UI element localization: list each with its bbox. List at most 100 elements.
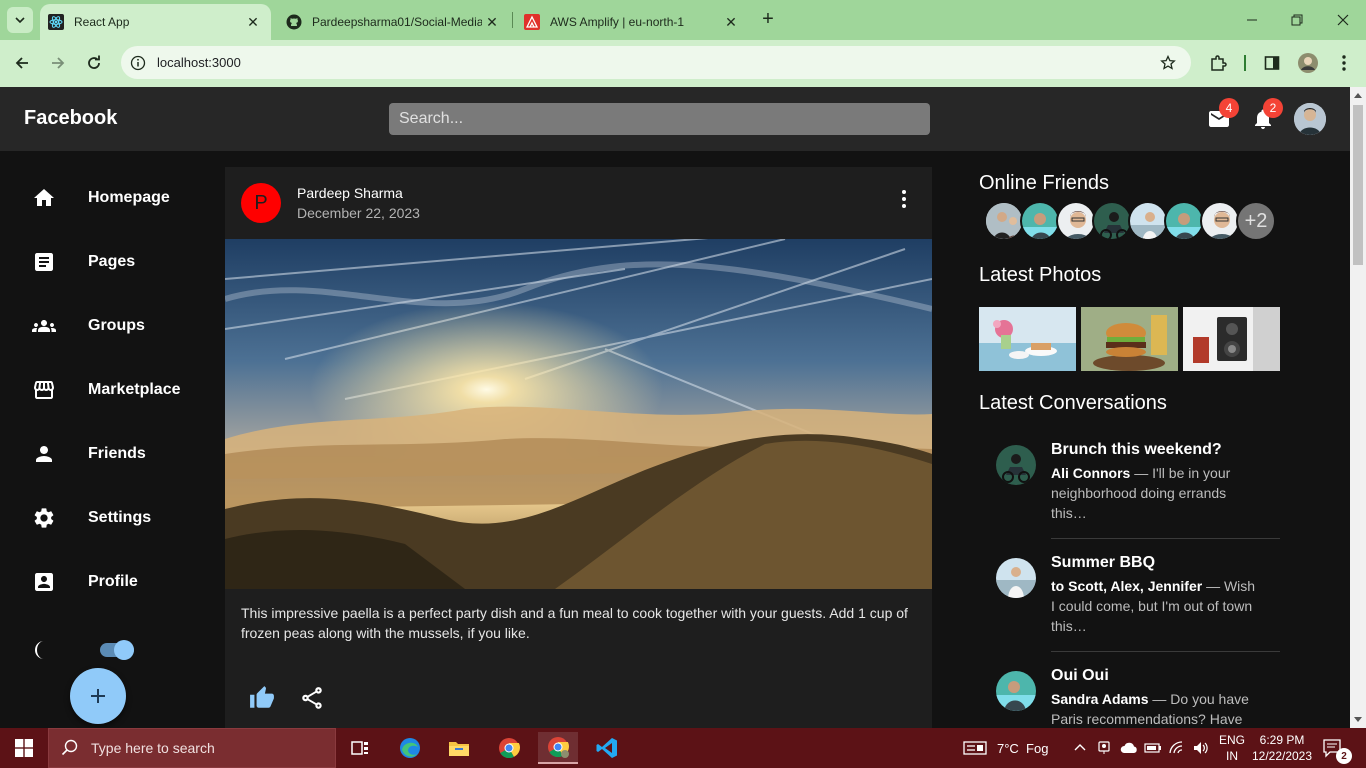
- chevron-up-icon[interactable]: [1072, 740, 1088, 756]
- sidebar-item-label: Friends: [88, 445, 146, 462]
- search-icon: [61, 739, 78, 756]
- sidebar-item-marketplace[interactable]: Marketplace: [0, 362, 210, 418]
- conversation-avatar: [996, 558, 1036, 598]
- taskbar-vscode[interactable]: [587, 732, 627, 764]
- sidebar-item-friends[interactable]: Friends: [0, 426, 210, 482]
- add-post-button[interactable]: [70, 668, 126, 724]
- latest-photo[interactable]: [979, 307, 1076, 371]
- online-friend-avatar[interactable]: [984, 201, 1024, 241]
- profile-button[interactable]: [1295, 50, 1321, 76]
- groups-icon: [32, 320, 56, 332]
- right-panel: Online Friends +2 Latest Photos Latest C…: [932, 151, 1350, 728]
- notifications-button[interactable]: 2: [1251, 98, 1283, 131]
- back-button[interactable]: [9, 50, 35, 76]
- more-online-friends[interactable]: +2: [1236, 201, 1276, 241]
- close-icon[interactable]: ✕: [721, 12, 741, 32]
- post-card: P Pardeep Sharma December 22, 2023 This …: [225, 167, 932, 728]
- conversation-item[interactable]: Brunch this weekend? Ali Connors — I'll …: [979, 437, 1280, 541]
- scrollbar-thumb[interactable]: [1353, 105, 1363, 265]
- account-box-icon: [35, 573, 53, 591]
- sidebar-item-groups[interactable]: Groups: [0, 298, 210, 354]
- github-icon: [286, 14, 302, 30]
- language-indicator[interactable]: ENG IN: [1219, 728, 1245, 768]
- notification-center-button[interactable]: 2: [1322, 728, 1352, 768]
- reload-button[interactable]: [81, 50, 107, 76]
- sidebar-item-profile[interactable]: Profile: [0, 554, 210, 610]
- language-region: IN: [1226, 749, 1238, 763]
- thumb-up-icon[interactable]: [249, 685, 275, 711]
- taskbar-chrome[interactable]: [489, 732, 529, 764]
- storefront-icon: [34, 381, 54, 399]
- taskbar-file-explorer[interactable]: [439, 732, 479, 764]
- battery-icon[interactable]: [1144, 740, 1162, 756]
- taskbar-edge[interactable]: [390, 732, 430, 764]
- close-window-button[interactable]: [1331, 8, 1355, 32]
- post-author-avatar[interactable]: P: [241, 183, 281, 223]
- language-code: ENG: [1219, 733, 1246, 747]
- chrome-icon: [499, 738, 520, 759]
- tab-github[interactable]: Pardeepsharma01/Social-Media ✕: [278, 4, 510, 40]
- latest-photo[interactable]: [1183, 307, 1280, 371]
- onedrive-cloud-icon[interactable]: [1120, 740, 1138, 756]
- meet-now-icon[interactable]: [1096, 740, 1112, 756]
- page-scrollbar[interactable]: [1350, 87, 1366, 728]
- search-input[interactable]: [389, 103, 930, 135]
- online-friend-avatar[interactable]: [1200, 201, 1240, 241]
- share-icon[interactable]: [299, 685, 325, 711]
- sidebar-item-homepage[interactable]: Homepage: [0, 170, 210, 226]
- task-view-button[interactable]: [340, 732, 380, 764]
- restore-button[interactable]: [1285, 8, 1309, 32]
- close-icon[interactable]: ✕: [243, 12, 263, 32]
- scroll-up-arrow-icon[interactable]: [1354, 93, 1362, 98]
- user-avatar[interactable]: [1294, 103, 1326, 135]
- online-friend-avatar[interactable]: [1092, 201, 1132, 241]
- site-info-icon[interactable]: [127, 52, 149, 74]
- scroll-down-arrow-icon[interactable]: [1354, 717, 1362, 722]
- chevron-down-icon: [15, 17, 25, 24]
- weather-icon: [963, 741, 987, 755]
- minimize-icon: [1247, 19, 1257, 21]
- latest-photo[interactable]: [1081, 307, 1178, 371]
- conversation-item[interactable]: Oui Oui Sandra Adams — Do you have Paris…: [979, 663, 1280, 728]
- sidebar-item-pages[interactable]: Pages: [0, 234, 210, 290]
- sidebar-item-label: Marketplace: [88, 381, 181, 398]
- restore-icon: [1291, 14, 1303, 26]
- forward-button[interactable]: [45, 50, 71, 76]
- extensions-button[interactable]: [1205, 50, 1231, 76]
- more-vertical-icon[interactable]: [892, 187, 916, 211]
- side-panel-button[interactable]: [1259, 50, 1285, 76]
- close-icon[interactable]: ✕: [482, 12, 502, 32]
- new-tab-button[interactable]: +: [758, 9, 778, 30]
- volume-icon[interactable]: [1192, 740, 1210, 756]
- arrow-left-icon: [15, 57, 28, 69]
- sidebar-item-settings[interactable]: Settings: [0, 490, 210, 546]
- wifi-icon[interactable]: [1168, 740, 1186, 756]
- minimize-button[interactable]: [1240, 8, 1264, 32]
- post-author-name: Pardeep Sharma: [297, 185, 403, 201]
- tab-react-app[interactable]: React App ✕: [40, 4, 271, 40]
- app-logo[interactable]: Facebook: [24, 107, 117, 130]
- friend-photo: [1166, 203, 1202, 239]
- task-view-icon: [351, 741, 368, 755]
- dark-mode-toggle[interactable]: [100, 640, 134, 660]
- tab-search-button[interactable]: [7, 7, 33, 33]
- weather-widget[interactable]: 7°C Fog: [963, 728, 1048, 768]
- bookmark-star-icon[interactable]: [1157, 52, 1179, 74]
- sidebar-item-label: Settings: [88, 509, 152, 526]
- tab-aws-amplify[interactable]: AWS Amplify | eu-north-1 ✕: [516, 4, 749, 40]
- online-friend-avatar[interactable]: [1020, 201, 1060, 241]
- friend-photo: [1130, 203, 1166, 239]
- start-button[interactable]: [0, 728, 48, 768]
- mail-button[interactable]: 4: [1207, 98, 1239, 131]
- online-friend-avatar[interactable]: [1128, 201, 1168, 241]
- online-friend-avatar[interactable]: [1164, 201, 1204, 241]
- conversation-item[interactable]: Summer BBQ to Scott, Alex, Jennifer — Wi…: [979, 550, 1280, 654]
- clock-time: 6:29 PM: [1259, 733, 1305, 747]
- address-bar[interactable]: localhost:3000: [121, 46, 1191, 79]
- online-friend-avatar[interactable]: [1056, 201, 1096, 241]
- contact-photo: [996, 671, 1036, 711]
- taskbar-search-box[interactable]: Type here to search: [48, 728, 336, 768]
- browser-menu-button[interactable]: [1331, 50, 1357, 76]
- taskbar-chrome-profile[interactable]: [538, 732, 578, 764]
- clock[interactable]: 6:29 PM 12/22/2023: [1252, 728, 1312, 768]
